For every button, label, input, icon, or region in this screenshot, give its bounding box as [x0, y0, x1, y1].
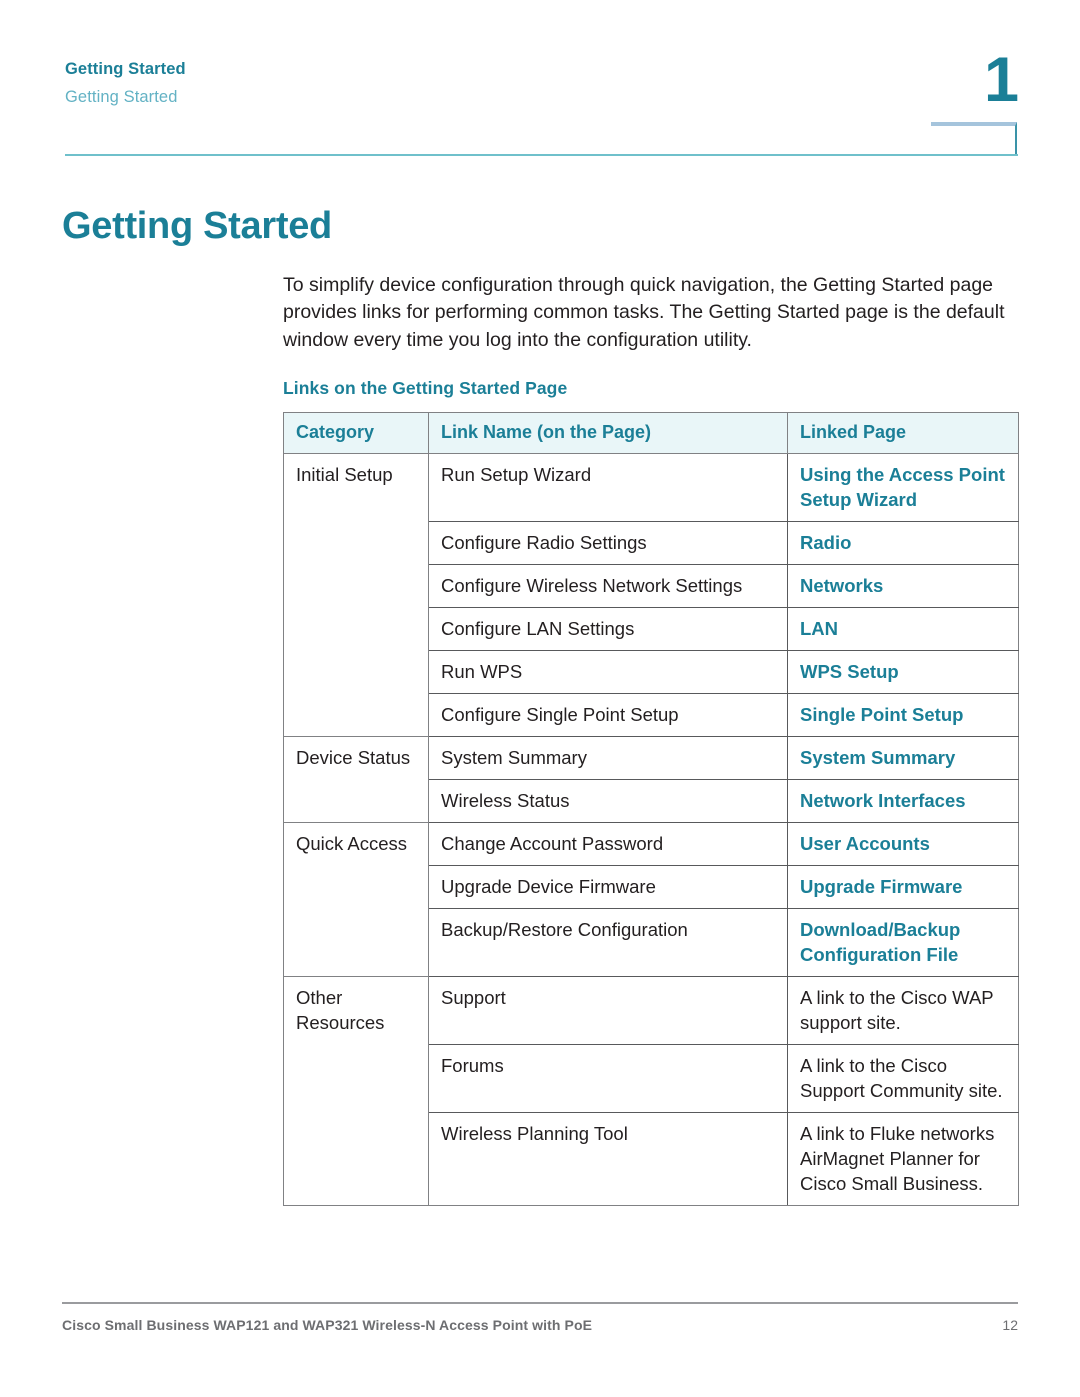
- running-header-section-title: Getting Started: [65, 88, 178, 107]
- table-cell-link-name: Run WPS: [428, 650, 788, 694]
- table-cell-category: Initial Setup: [283, 453, 429, 737]
- running-header: Getting Started Getting Started: [65, 58, 765, 109]
- table-heading: Links on the Getting Started Page: [283, 378, 568, 398]
- chapter-number: 1: [983, 45, 1019, 115]
- footer-page-number: 12: [1002, 1317, 1018, 1333]
- column-header-linked-page: Linked Page: [787, 412, 1019, 454]
- table-cell-link-name: Forums: [428, 1044, 788, 1113]
- cross-reference-link[interactable]: User Accounts: [800, 833, 930, 854]
- header-divider-rule: [65, 154, 1018, 156]
- table-cell-linked-page: A link to Fluke networks AirMagnet Plann…: [787, 1112, 1019, 1206]
- column-header-category: Category: [283, 412, 429, 454]
- table-cell-link-name: Wireless Status: [428, 779, 788, 823]
- cross-reference-link[interactable]: Download/Backup Configuration File: [800, 919, 960, 965]
- table-cell-category: Device Status: [283, 736, 429, 823]
- table-cell-linked-page-xref[interactable]: WPS Setup: [787, 650, 1019, 694]
- cross-reference-link[interactable]: System Summary: [800, 747, 955, 768]
- table-cell-linked-page-xref[interactable]: User Accounts: [787, 822, 1019, 866]
- table-cell-link-name: Support: [428, 976, 788, 1045]
- cross-reference-link[interactable]: Using the Access Point Setup Wizard: [800, 464, 1005, 510]
- cross-reference-link[interactable]: Networks: [800, 575, 883, 596]
- table-row: Other Resources Support A link to the Cisc…: [283, 976, 1019, 1206]
- links-table-head: Category Link Name (on the Page) Linked …: [283, 412, 1019, 454]
- table-cell-linked-page-xref[interactable]: System Summary: [787, 736, 1019, 780]
- links-table: Category Link Name (on the Page) Linked …: [283, 412, 1019, 1206]
- cross-reference-link[interactable]: Upgrade Firmware: [800, 876, 962, 897]
- table-cell-link-name: Change Account Password: [428, 822, 788, 866]
- cross-reference-link[interactable]: WPS Setup: [800, 661, 899, 682]
- table-cell-link-name: Run Setup Wizard: [428, 453, 788, 522]
- table-cell-linked-page-xref[interactable]: Networks: [787, 564, 1019, 608]
- table-cell-link-name: Configure LAN Settings: [428, 607, 788, 651]
- cross-reference-link[interactable]: LAN: [800, 618, 838, 639]
- table-cell-linked-page-xref[interactable]: Upgrade Firmware: [787, 865, 1019, 909]
- table-cell-link-name: Wireless Planning Tool: [428, 1112, 788, 1206]
- table-cell-linked-page-xref[interactable]: Single Point Setup: [787, 693, 1019, 737]
- table-cell-link-name: Configure Radio Settings: [428, 521, 788, 565]
- table-cell-linked-page-xref[interactable]: Download/Backup Configuration File: [787, 908, 1019, 977]
- table-row: Quick Access Change Account Password User …: [283, 822, 1019, 977]
- cross-reference-link[interactable]: Radio: [800, 532, 851, 553]
- footer-divider-rule: [62, 1302, 1018, 1304]
- table-row: Device Status System Summary System Summar…: [283, 736, 1019, 823]
- table-cell-link-name: System Summary: [428, 736, 788, 780]
- table-header-row: Category Link Name (on the Page) Linked …: [283, 412, 1019, 454]
- table-cell-link-name: Configure Single Point Setup: [428, 693, 788, 737]
- table-cell-linked-page: A link to the Cisco Support Community si…: [787, 1044, 1019, 1113]
- table-cell-category: Quick Access: [283, 822, 429, 977]
- table-cell-linked-page-xref[interactable]: Radio: [787, 521, 1019, 565]
- table-row: Initial Setup Run Setup Wizard Using the A…: [283, 453, 1019, 737]
- cross-reference-link[interactable]: Single Point Setup: [800, 704, 963, 725]
- table-cell-linked-page-xref[interactable]: LAN: [787, 607, 1019, 651]
- table-cell-linked-page-xref[interactable]: Using the Access Point Setup Wizard: [787, 453, 1019, 522]
- table-cell-link-name: Backup/Restore Configuration: [428, 908, 788, 977]
- page-title: Getting Started: [62, 205, 332, 248]
- table-cell-category: Other Resources: [283, 976, 429, 1206]
- cross-reference-link[interactable]: Network Interfaces: [800, 790, 966, 811]
- links-table-body: Initial Setup Run Setup Wizard Using the A…: [283, 453, 1019, 1206]
- table-cell-linked-page-xref[interactable]: Network Interfaces: [787, 779, 1019, 823]
- table-cell-linked-page: A link to the Cisco WAP support site.: [787, 976, 1019, 1045]
- table-cell-link-name: Configure Wireless Network Settings: [428, 564, 788, 608]
- intro-paragraph: To simplify device configuration through…: [283, 273, 1005, 351]
- column-header-link-name: Link Name (on the Page): [428, 412, 788, 454]
- table-cell-link-name: Upgrade Device Firmware: [428, 865, 788, 909]
- running-header-chapter-title: Getting Started: [65, 60, 186, 78]
- footer-document-title: Cisco Small Business WAP121 and WAP321 W…: [62, 1317, 593, 1333]
- header-corner-box-decoration: [931, 122, 1017, 155]
